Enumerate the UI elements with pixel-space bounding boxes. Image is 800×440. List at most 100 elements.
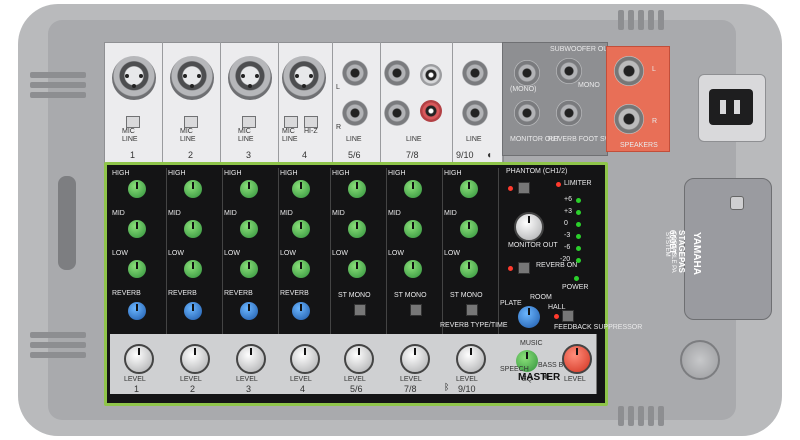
subwoofer-out-jack[interactable] [556, 58, 582, 84]
low-label-3: LOW [224, 250, 240, 257]
mic-input-jack-2[interactable] [170, 56, 214, 100]
level-number-78: 7/8 [404, 384, 417, 394]
mid-label-3: MID [224, 210, 237, 217]
low-eq-knob-3[interactable] [240, 260, 258, 278]
hiz-switch-4[interactable] [304, 116, 318, 128]
high-label-78: HIGH [388, 170, 406, 177]
reverb-knob-3[interactable] [240, 302, 258, 320]
level-knob-3[interactable] [236, 344, 266, 374]
low-eq-knob-4[interactable] [292, 260, 310, 278]
speaker-jack-left[interactable] [614, 56, 644, 86]
high-eq-knob-4[interactable] [292, 180, 310, 198]
model-subtitle: PORTABLE PA SYSTEM [664, 232, 676, 273]
top-vent-5 [658, 10, 664, 30]
line-input-jack-5[interactable] [342, 60, 368, 86]
feedback-suppressor-led [554, 314, 559, 319]
line-input-jack-7[interactable] [384, 60, 410, 86]
mid-eq-knob-2[interactable] [184, 220, 202, 238]
reverb-label-1: REVERB [112, 290, 141, 297]
low-eq-knob-78[interactable] [404, 260, 422, 278]
reverb-label-3: REVERB [224, 290, 253, 297]
st-mono-switch-78[interactable] [410, 304, 422, 316]
reverb-on-label: REVERB ON [536, 262, 578, 269]
rca-input-left[interactable] [420, 64, 442, 86]
feedback-suppressor-switch[interactable] [562, 310, 574, 322]
mic-line-switch-1[interactable] [126, 116, 140, 128]
model-name: STAGEPAS 600BT [668, 230, 686, 273]
reverb-knob-4[interactable] [292, 302, 310, 320]
low-label-2: LOW [168, 250, 184, 257]
mic-input-jack-3[interactable] [228, 56, 272, 100]
handle-slot [58, 176, 76, 270]
line-label-1: LINE [122, 136, 138, 143]
bottom-vent-1 [618, 406, 624, 426]
line-input-jack-8[interactable] [384, 100, 410, 126]
mid-eq-knob-910[interactable] [460, 220, 478, 238]
mid-eq-knob-1[interactable] [128, 220, 146, 238]
line-label-2: LINE [180, 136, 196, 143]
monitor-out-knob[interactable] [514, 212, 544, 242]
high-label-910: HIGH [444, 170, 462, 177]
limiter-label: LIMITER [564, 180, 592, 187]
high-eq-knob-910[interactable] [460, 180, 478, 198]
level-number-3: 3 [246, 384, 252, 394]
level-knob-1[interactable] [124, 344, 154, 374]
reverb-type-time-knob[interactable] [518, 306, 540, 328]
line-input-jack-9[interactable] [462, 60, 488, 86]
reverb-on-switch[interactable] [518, 262, 530, 274]
low-eq-knob-910[interactable] [460, 260, 478, 278]
phantom-switch[interactable] [518, 182, 530, 194]
channel-number-910: 9/10 [456, 150, 474, 160]
reverb-knob-2[interactable] [184, 302, 202, 320]
high-eq-knob-1[interactable] [128, 180, 146, 198]
bluetooth-pairing-button[interactable] [730, 196, 744, 210]
mid-eq-knob-56[interactable] [348, 220, 366, 238]
high-eq-knob-3[interactable] [240, 180, 258, 198]
bottom-vent-2 [628, 406, 634, 426]
monitor-out-jack-right[interactable] [514, 100, 540, 126]
high-eq-knob-56[interactable] [348, 180, 366, 198]
left-vent-group-4 [30, 332, 86, 338]
speaker-jack-right[interactable] [614, 104, 644, 134]
mic-input-jack-4[interactable] [282, 56, 326, 100]
subwoofer-out-label: SUBWOOFER OUT [550, 46, 613, 53]
low-eq-knob-56[interactable] [348, 260, 366, 278]
power-label: POWER [562, 284, 589, 291]
line-label-56: LINE [346, 136, 362, 143]
meter-minus3: -3 [564, 232, 571, 239]
mid-eq-knob-4[interactable] [292, 220, 310, 238]
mic-input-jack-1[interactable] [112, 56, 156, 100]
level-knob-78[interactable] [400, 344, 430, 374]
st-mono-switch-910[interactable] [466, 304, 478, 316]
mic-line-switch-3[interactable] [242, 116, 256, 128]
line-input-jack-6[interactable] [342, 100, 368, 126]
mid-eq-knob-78[interactable] [404, 220, 422, 238]
left-vent-group [30, 72, 86, 78]
music-label: MUSIC [520, 340, 543, 347]
high-eq-knob-2[interactable] [184, 180, 202, 198]
bluetooth-icon: ᛒ [444, 382, 450, 392]
level-label-1: LEVEL [124, 376, 146, 383]
level-knob-4[interactable] [290, 344, 320, 374]
st-mono-switch-56[interactable] [354, 304, 366, 316]
level-knob-910[interactable] [456, 344, 486, 374]
line-input-jack-10[interactable] [462, 100, 488, 126]
master-level-knob[interactable] [562, 344, 592, 374]
low-eq-knob-1[interactable] [128, 260, 146, 278]
level-knob-56[interactable] [344, 344, 374, 374]
reverb-foot-switch-jack[interactable] [556, 100, 582, 126]
st-mono-label-56: ST MONO [338, 292, 371, 299]
level-knob-2[interactable] [180, 344, 210, 374]
mic-label-1: MIC [122, 128, 135, 135]
monitor-out-jack-left[interactable] [514, 60, 540, 86]
power-button[interactable] [680, 340, 720, 380]
high-eq-knob-78[interactable] [404, 180, 422, 198]
ac-power-inlet[interactable] [698, 74, 766, 142]
meter-led-plus3 [576, 210, 581, 215]
reverb-knob-1[interactable] [128, 302, 146, 320]
mid-eq-knob-3[interactable] [240, 220, 258, 238]
rca-input-right[interactable] [420, 100, 442, 122]
mic-line-switch-4[interactable] [284, 116, 298, 128]
low-eq-knob-2[interactable] [184, 260, 202, 278]
mic-line-switch-2[interactable] [184, 116, 198, 128]
